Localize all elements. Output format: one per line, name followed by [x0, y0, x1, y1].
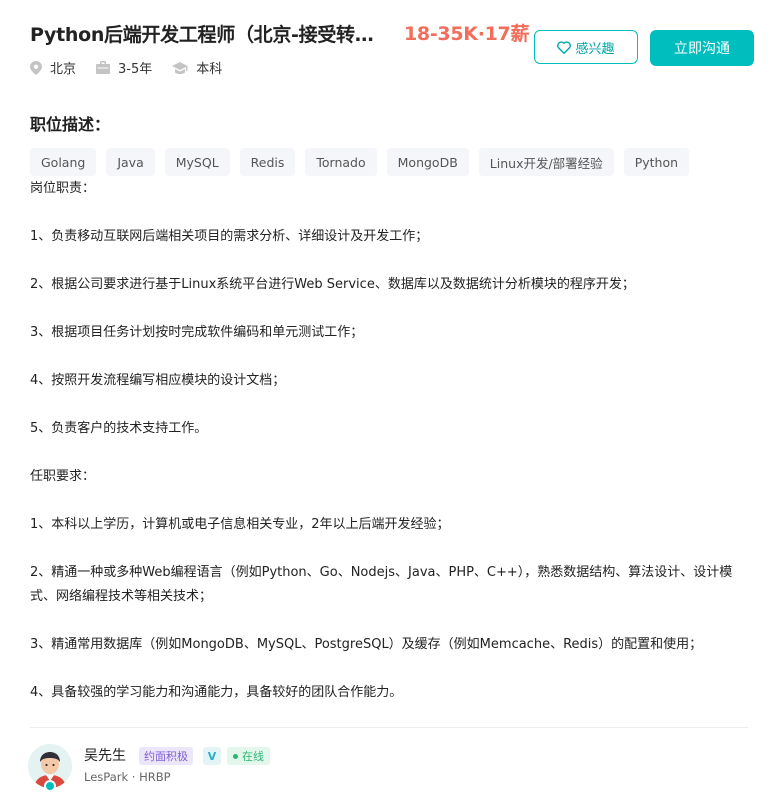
skill-tag: Python [623, 148, 690, 176]
desc-line: 2、精通一种或多种Web编程语言（例如Python、Go、Nodejs、Java… [30, 565, 733, 604]
desc-line: 5、负责客户的技术支持工作。 [30, 421, 208, 436]
skill-tag: Linux开发/部署经验 [478, 148, 614, 176]
desc-line: 4、按照开发流程编写相应模块的设计文档； [30, 373, 286, 388]
skill-tag: MySQL [164, 148, 230, 176]
recruiter-name: 吴先生 [84, 748, 126, 764]
recruiter-card[interactable]: 吴先生 约面积极 V 在线 LesPark · HRBP [28, 742, 428, 792]
desc-line: 3、根据项目任务计划按时完成软件编码和单元测试工作； [30, 325, 364, 340]
skill-tag: Golang [30, 148, 97, 176]
recruiter-company: LesPark · HRBP [84, 770, 171, 784]
experience-text: 3-5年 [118, 62, 153, 77]
verified-badge-icon: V [203, 747, 221, 765]
job-title: Python后端开发工程师（北京-接受转… [30, 24, 374, 46]
heart-icon [557, 40, 572, 54]
meta-experience: 3-5年 [96, 58, 152, 77]
skill-tag: Tornado [305, 148, 377, 176]
job-description: 岗位职责： 1、负责移动互联网后端相关项目的需求分析、详细设计及开发工作； 2、… [30, 177, 750, 729]
skill-tag: Redis [239, 148, 296, 176]
interest-button[interactable]: 感兴趣 [534, 30, 638, 64]
job-meta: 北京 3-5年 本科 [30, 58, 242, 77]
status-text: 在线 [242, 750, 264, 763]
online-indicator-icon [44, 780, 56, 792]
skill-tag: Java [106, 148, 155, 176]
location-pin-icon [30, 60, 42, 75]
desc-line: 2、根据公司要求进行基于Linux系统平台进行Web Service、数据库以及… [30, 277, 635, 292]
salary: 18-35K·17薪 [404, 23, 530, 45]
desc-line: 1、本科以上学历，计算机或电子信息相关专业，2年以上后端开发经验； [30, 517, 450, 532]
badge-active-interview: 约面积极 [139, 747, 193, 765]
desc-line: 1、负责移动互联网后端相关项目的需求分析、详细设计及开发工作； [30, 229, 429, 244]
meta-degree: 本科 [172, 58, 222, 77]
desc-line: 3、精通常用数据库（例如MongoDB、MySQL、PostgreSQL）及缓存… [30, 637, 703, 652]
briefcase-icon [96, 61, 111, 74]
meta-location: 北京 [30, 58, 76, 77]
chat-now-button[interactable]: 立即沟通 [650, 30, 754, 66]
job-header: Python后端开发工程师（北京-接受转… 18-35K·17薪 北京 3-5年… [30, 18, 758, 80]
desc-line: 岗位职责： [30, 181, 96, 196]
skill-tag: MongoDB [386, 148, 469, 176]
location-text: 北京 [50, 62, 77, 77]
degree-text: 本科 [196, 62, 223, 77]
status-badge: 在线 [227, 747, 270, 765]
desc-line: 4、具备较强的学习能力和沟通能力，具备较好的团队合作能力。 [30, 685, 403, 700]
divider [30, 727, 748, 728]
status-dot-icon [233, 753, 238, 759]
interest-label: 感兴趣 [575, 41, 615, 57]
section-title-description: 职位描述： [30, 115, 111, 134]
skill-tags: Golang Java MySQL Redis Tornado MongoDB Linux开… [30, 148, 699, 176]
desc-line: 任职要求： [30, 469, 96, 484]
graduation-cap-icon [172, 61, 188, 74]
